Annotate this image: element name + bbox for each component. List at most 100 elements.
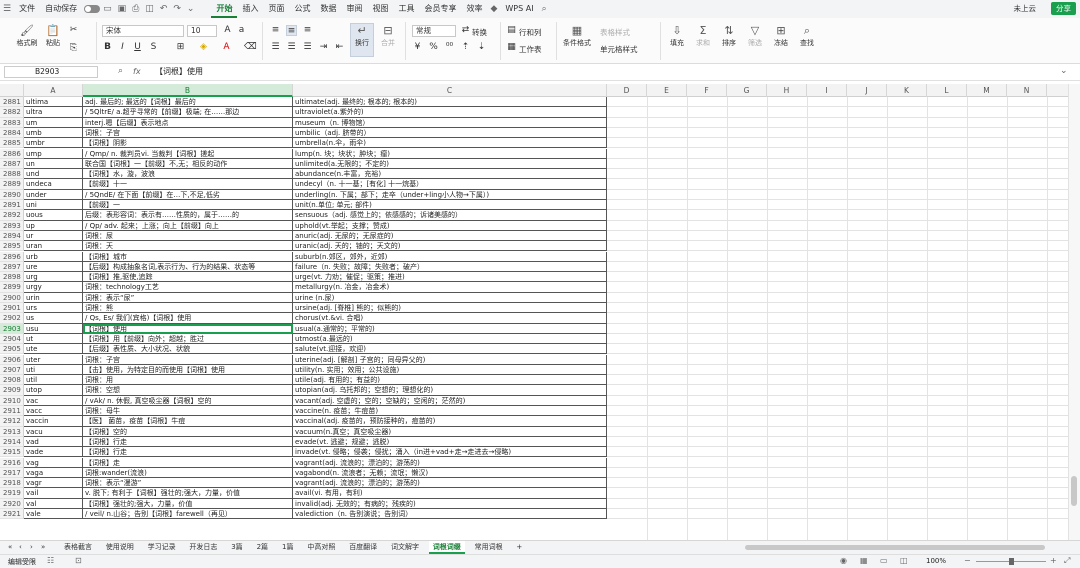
row-number[interactable]: 2900	[0, 292, 24, 303]
font-select[interactable]: 宋体	[102, 25, 184, 37]
column-header-a[interactable]: A	[24, 84, 83, 97]
cell-affix[interactable]: vail	[24, 488, 83, 499]
cell-meaning[interactable]: 【词根】行走	[83, 447, 293, 458]
sheet-tab[interactable]: 表格截言	[60, 541, 96, 554]
thousands-icon[interactable]: ⁰⁰	[444, 42, 455, 53]
row-number[interactable]: 2898	[0, 272, 24, 283]
row-number[interactable]: 2887	[0, 158, 24, 170]
decrease-decimal-icon[interactable]: ⇣	[476, 42, 487, 53]
cell-example[interactable]: lump(n. 块；块状；肿块；瘤)	[293, 148, 607, 159]
row-number[interactable]: 2889	[0, 179, 24, 190]
cell-meaning[interactable]: adj. 最后的; 最远的【词根】最后的	[83, 97, 293, 108]
cell-meaning[interactable]: / 5QltrE/ a.超乎寻常的【前缀】极端; 在……那边	[83, 107, 293, 118]
sheet-tab[interactable]: 百度翻译	[345, 541, 381, 554]
conditional-format-button[interactable]: ▦ 条件格式	[560, 24, 594, 48]
copy-icon[interactable]: ⎘	[68, 43, 79, 54]
row-number[interactable]: 2909	[0, 385, 24, 396]
row-number[interactable]: 2912	[0, 416, 24, 427]
cell-example[interactable]: valediction（n. 告别演说；告别词）	[293, 509, 607, 520]
cell-meaning[interactable]: 联合国【词根】一【前缀】不,无；相反的动作	[83, 158, 293, 170]
select-all-corner[interactable]	[0, 84, 24, 97]
cell-affix[interactable]: ure	[24, 261, 83, 273]
cell-meaning[interactable]: 词根：天	[83, 241, 293, 252]
preview-icon[interactable]: ◫	[142, 4, 157, 14]
sheet-tab[interactable]: 使用说明	[102, 541, 138, 554]
row-number[interactable]: 2905	[0, 344, 24, 355]
cell-affix[interactable]: ultra	[24, 107, 83, 118]
cell-meaning[interactable]: 词根：表示“尿”	[83, 292, 293, 303]
cell-meaning[interactable]: 词根：子宫	[83, 127, 293, 139]
row-number[interactable]: 2920	[0, 498, 24, 509]
row-number[interactable]: 2917	[0, 467, 24, 479]
next-sheet-icon[interactable]: ›	[26, 541, 37, 554]
cell-affix[interactable]: vacc	[24, 406, 83, 417]
row-number[interactable]: 2882	[0, 107, 24, 118]
cell-meaning[interactable]: interj.嗯【后缀】表示地点	[83, 117, 293, 128]
cell-example[interactable]: underling(n. 下属；部下；走卒（under+ling小人物→下属）)	[293, 189, 607, 200]
cell-example[interactable]: vacant(adj. 空虚的；空的；空缺的；空闲的；茫然的)	[293, 395, 607, 406]
fx-label[interactable]: fx	[133, 67, 141, 76]
cell-example[interactable]: salute(vt.迎接，欢迎)	[293, 344, 607, 355]
chevron-down-icon[interactable]: ⌄	[184, 4, 198, 14]
zoom-out-icon[interactable]: −	[964, 556, 971, 565]
cloud-status[interactable]: 未上云	[1014, 2, 1037, 15]
cell-affix[interactable]: umb	[24, 127, 83, 139]
macro-icon[interactable]: ⊡	[75, 556, 82, 565]
sheet-tab[interactable]: 开发日志	[185, 541, 221, 554]
cell-example[interactable]: uranic(adj. 天的；铀的；天文的)	[293, 241, 607, 252]
cell-affix[interactable]: ute	[24, 344, 83, 355]
font-size-select[interactable]: 10	[187, 25, 217, 37]
clear-format-icon[interactable]: ⌫	[244, 42, 257, 53]
row-number[interactable]: 2911	[0, 406, 24, 417]
cell-meaning[interactable]: 【前缀】十一	[83, 179, 293, 190]
cell-affix[interactable]: ump	[24, 148, 83, 159]
cell-meaning[interactable]: 词根：用	[83, 375, 293, 386]
fill-button[interactable]: ⇩ 填充	[666, 24, 688, 48]
align-bottom-icon[interactable]: ≡	[302, 25, 313, 36]
row-number[interactable]: 2910	[0, 395, 24, 406]
tab-home[interactable]: 开始	[211, 0, 238, 18]
row-number[interactable]: 2899	[0, 282, 24, 293]
cut-icon[interactable]: ✂	[68, 25, 79, 36]
cell-example[interactable]: failure（n. 失败；故障；失败者；破产）	[293, 261, 607, 273]
cell-example[interactable]: usual(a.通常的；平常的)	[293, 323, 607, 334]
column-header-c[interactable]: C	[293, 84, 607, 97]
layout-icon[interactable]: ☷	[47, 556, 54, 565]
zoom-level[interactable]: 100%	[926, 557, 946, 565]
cell-meaning[interactable]: 词根：熊	[83, 303, 293, 314]
row-number[interactable]: 2913	[0, 426, 24, 437]
column-header-l[interactable]: L	[927, 84, 967, 97]
row-number[interactable]: 2914	[0, 436, 24, 448]
cell-meaning[interactable]: 【后缀】表性质、大小状况、状貌	[83, 344, 293, 355]
eye-icon[interactable]: ◉	[840, 556, 847, 565]
tab-insert[interactable]: 插入	[237, 0, 263, 18]
sheet-tab[interactable]: 学习记录	[144, 541, 180, 554]
paste-button[interactable]: 📋 粘贴	[42, 24, 64, 48]
sheet-tab[interactable]: 2篇	[253, 541, 272, 554]
tab-view[interactable]: 视图	[367, 0, 393, 18]
cell-affix[interactable]: vac	[24, 395, 83, 406]
align-right-icon[interactable]: ☰	[302, 42, 313, 53]
cell-affix[interactable]: un	[24, 158, 83, 170]
cell-example[interactable]: uphold(vt.举起；支撑；赞成)	[293, 220, 607, 231]
cell-affix[interactable]: vagr	[24, 478, 83, 489]
find-button[interactable]: ⌕ 查找	[796, 24, 818, 48]
sheet-tab[interactable]: 1篇	[278, 541, 297, 554]
last-sheet-icon[interactable]: »	[37, 541, 49, 554]
cell-meaning[interactable]: 【后缀】构成抽象名词,表示行为、行为的结果、状态等	[83, 261, 293, 273]
cell-affix[interactable]: uter	[24, 354, 83, 365]
document-icon[interactable]: ▭	[100, 4, 115, 14]
sum-button[interactable]: Σ 求和	[692, 24, 714, 48]
sort-button[interactable]: ⇅ 排序	[718, 24, 740, 48]
zoom-in-icon[interactable]: +	[1050, 556, 1057, 565]
cell-meaning[interactable]: 词根：表示“漫游”	[83, 478, 293, 489]
cell-meaning[interactable]: 词根：technology工艺	[83, 282, 293, 293]
font-color-icon[interactable]: A	[221, 42, 232, 53]
cell-affix[interactable]: uous	[24, 210, 83, 221]
indent-icon[interactable]: ⇥	[318, 42, 329, 53]
cell-example[interactable]: umbrella(n.伞，雨伞)	[293, 138, 607, 149]
row-number[interactable]: 2906	[0, 354, 24, 365]
cell-example[interactable]: chorus(vt.&vi. 合唱)	[293, 313, 607, 324]
horizontal-scroll-thumb[interactable]	[745, 545, 1045, 550]
cell-meaning[interactable]: / Qmp/ n. 裁判员vi. 当裁判【词根】搓起	[83, 148, 293, 159]
